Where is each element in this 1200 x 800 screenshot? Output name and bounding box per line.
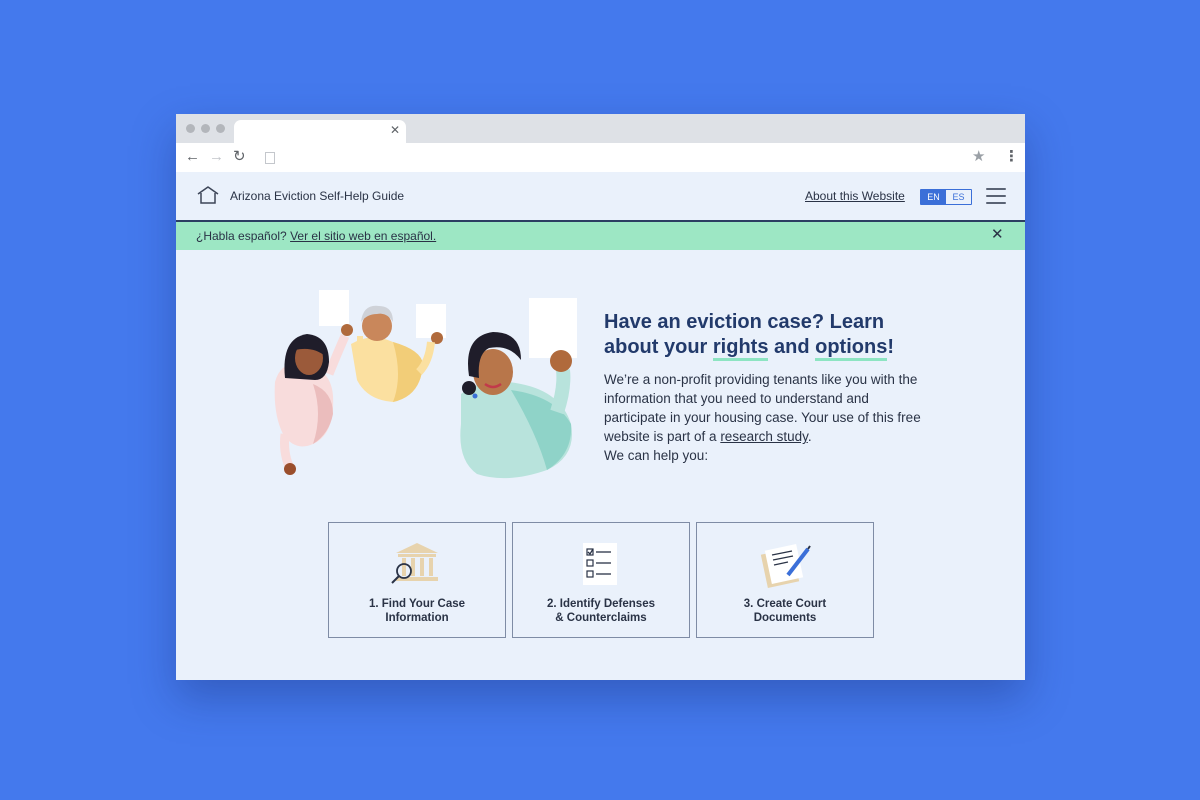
identify-defenses-card[interactable]: 2. Identify Defenses & Counterclaims (512, 522, 690, 638)
heading-options: options (815, 336, 888, 361)
heading-end: ! (887, 336, 895, 358)
tab-bar: ✕ (176, 114, 1025, 144)
checklist-icon (583, 543, 617, 585)
paper-shape (319, 290, 349, 326)
hero-heading: Have an eviction case? Learn about your … (604, 310, 924, 361)
reload-icon[interactable]: ↻ (233, 148, 246, 166)
banner-prompt: ¿Habla español? (196, 229, 287, 243)
hero-description: We’re a non-profit providing tenants lik… (604, 370, 924, 465)
tenants-illustration (274, 290, 577, 479)
hamburger-menu-icon[interactable] (986, 188, 1006, 204)
research-study-link[interactable]: research study (720, 429, 808, 444)
browser-toolbar: ← → ↻ ★ ⋮ (176, 143, 1025, 173)
action-cards: 1. Find Your Case Information 2. Identify… (328, 522, 876, 638)
home-icon[interactable] (196, 185, 220, 205)
help-text: We can help you: (604, 448, 709, 463)
document-pen-icon (760, 544, 811, 588)
lang-en-button[interactable]: EN (921, 190, 946, 204)
back-icon[interactable]: ← (185, 148, 200, 166)
paper-shape (529, 298, 577, 358)
create-documents-card[interactable]: 3. Create Court Documents (696, 522, 874, 638)
window-zoom-dot[interactable] (216, 124, 225, 133)
star-icon[interactable]: ★ (972, 148, 985, 166)
courthouse-search-icon (391, 543, 438, 584)
window-close-dot[interactable] (186, 124, 195, 133)
heading-and: and (768, 336, 816, 358)
more-options-icon[interactable]: ⋮ (1004, 148, 1019, 166)
card-label: 1. Find Your Case Information (368, 598, 466, 624)
card-label: 3. Create Court Documents (743, 598, 827, 624)
site-title[interactable]: Arizona Eviction Self-Help Guide (230, 189, 404, 203)
browser-window: ✕ ← → ↻ ★ ⋮ Arizona Eviction Self-Help G… (176, 114, 1025, 680)
banner-text: ¿Habla español? Ver el sitio web en espa… (196, 229, 436, 243)
browser-tab[interactable]: ✕ (234, 120, 406, 144)
forward-icon[interactable]: → (209, 148, 224, 166)
window-minimize-dot[interactable] (201, 124, 210, 133)
paper-shape (416, 304, 446, 338)
spanish-site-link[interactable]: Ver el sitio web en español. (290, 229, 436, 243)
language-switch: EN ES (920, 189, 972, 205)
spanish-banner: ¿Habla español? Ver el sitio web en espa… (176, 222, 1025, 250)
about-website-link[interactable]: About this Website (805, 189, 905, 203)
card-label: 2. Identify Defenses & Counterclaims (546, 598, 655, 624)
tab-close-icon[interactable]: ✕ (390, 123, 400, 137)
lang-es-button[interactable]: ES (946, 190, 971, 204)
site-header: Arizona Eviction Self-Help Guide About t… (176, 172, 1025, 222)
banner-close-icon[interactable]: ✕ (991, 227, 1004, 243)
find-case-card[interactable]: 1. Find Your Case Information (328, 522, 506, 638)
page-icon (265, 152, 275, 164)
heading-rights: rights (712, 336, 769, 361)
intro-period: . (807, 429, 812, 444)
